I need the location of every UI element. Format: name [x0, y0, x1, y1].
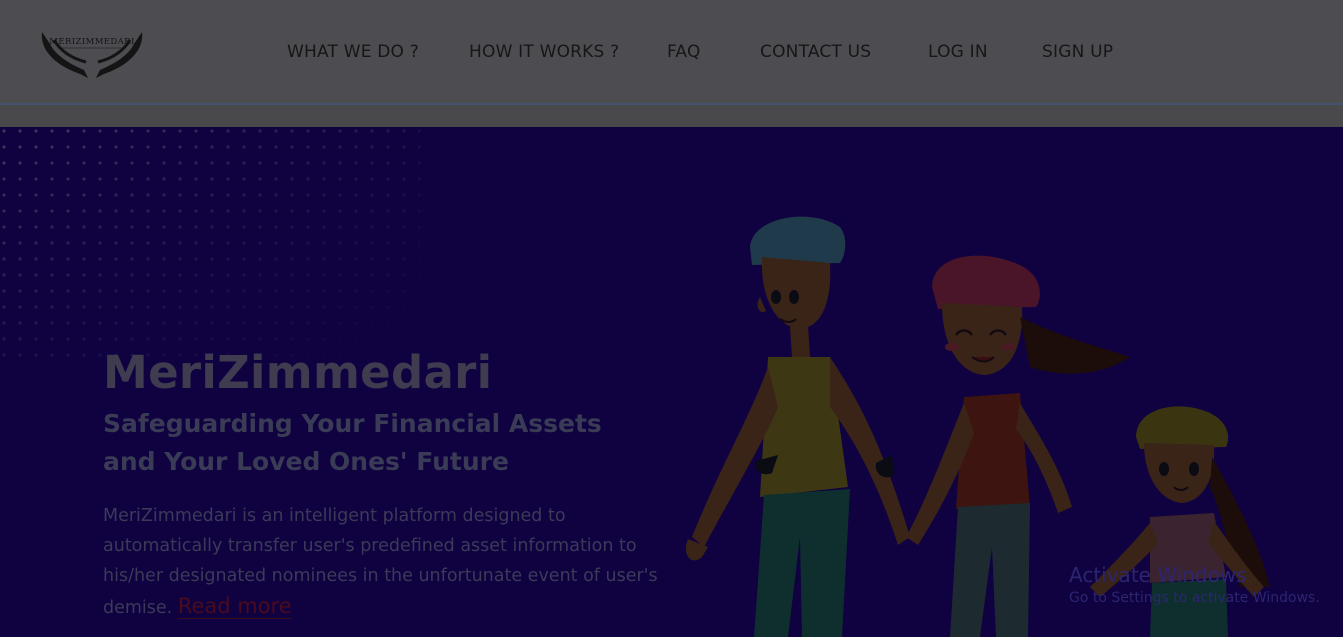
- hero-text-block: MeriZimmedari Safeguarding Your Financia…: [103, 347, 663, 623]
- activate-windows-watermark: Activate Windows Go to Settings to activ…: [1069, 563, 1320, 607]
- dot-pattern-decoration: [0, 127, 420, 357]
- nav-log-in[interactable]: LOG IN: [928, 42, 988, 62]
- watermark-title: Activate Windows: [1069, 563, 1247, 587]
- header-divider: [0, 105, 1343, 127]
- hero-tagline: Safeguarding Your Financial Assets and Y…: [103, 409, 602, 476]
- nav-contact-us[interactable]: CONTACT US: [760, 42, 871, 62]
- hero-section: MeriZimmedari Safeguarding Your Financia…: [0, 127, 1343, 637]
- nav-how-it-works[interactable]: HOW IT WORKS ?: [469, 42, 619, 62]
- nav-what-we-do[interactable]: WHAT WE DO ?: [287, 42, 419, 62]
- nav-sign-up[interactable]: SIGN UP: [1042, 42, 1113, 62]
- nav-faq[interactable]: FAQ: [667, 42, 701, 62]
- man-figure: [685, 216, 910, 637]
- site-header: MERIZIMMEDARI WHAT WE DO ? HOW IT WORKS …: [0, 0, 1343, 105]
- watermark-subtitle: Go to Settings to activate Windows.: [1069, 590, 1320, 606]
- hero-description: MeriZimmedari is an intelligent platform…: [103, 501, 663, 623]
- hero-title: MeriZimmedari: [103, 346, 493, 399]
- read-more-link[interactable]: Read more: [177, 594, 292, 619]
- main-nav: WHAT WE DO ? HOW IT WORKS ? FAQ CONTACT …: [0, 0, 1343, 105]
